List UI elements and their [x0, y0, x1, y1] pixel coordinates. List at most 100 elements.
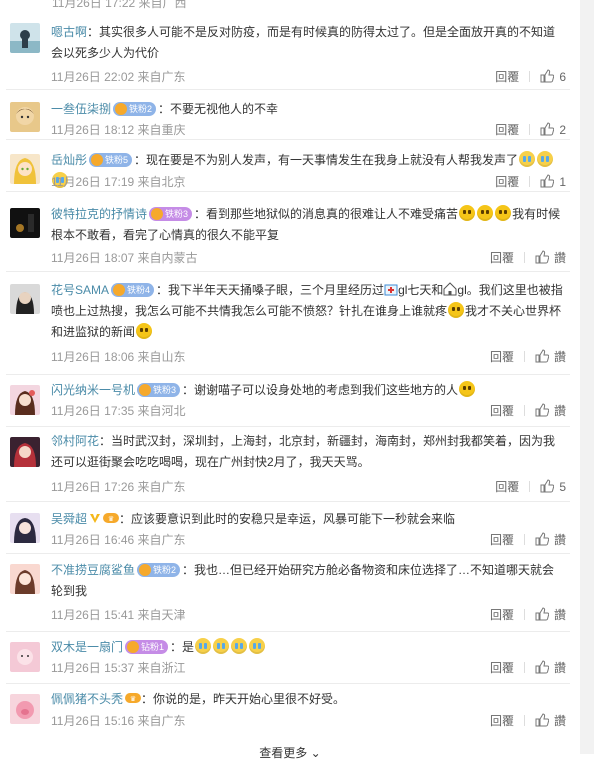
reply-button[interactable]: 回覆 — [490, 532, 514, 548]
username[interactable]: 不准捞豆腐鲨鱼 — [51, 563, 135, 577]
badge-label: 铁粉2 — [129, 104, 153, 114]
like-label: 讚 — [553, 251, 566, 265]
like-count: 2 — [559, 123, 566, 137]
badge-label: 铁粉3 — [165, 209, 189, 219]
comment-item: 花号SAMA 铁粉4 ：我下半年天天捅嗓子眼，三个月里经历过 gl七天和 gl。我们这里… — [0, 272, 580, 375]
thumbs-up-icon[interactable] — [540, 69, 555, 83]
emoji-smile-icon — [495, 205, 512, 221]
avatar[interactable] — [10, 284, 40, 314]
crown-badge-icon: ♛ — [125, 693, 142, 703]
avatar[interactable] — [10, 154, 40, 184]
badge-label: 铁粉5 — [105, 155, 129, 165]
comment-item: 双木是一扇门 钻粉1 ：是 11月26日 15:37 来自浙江 回覆 讚 — [0, 632, 580, 684]
comment-time: 11月26日 18:06 来自山东 — [51, 350, 186, 364]
username[interactable]: 嗯古啊 — [51, 25, 87, 39]
avatar[interactable] — [10, 208, 40, 238]
badge-label: 铁粉2 — [153, 565, 177, 575]
load-more-link[interactable]: 查看更多 ⌄ — [0, 744, 580, 761]
fan-badge[interactable]: 铁粉2 — [113, 102, 157, 116]
comment-text: 你说的是，昨天开始心里很不好受。 — [153, 692, 346, 706]
username[interactable]: 一叁伍柒捌 — [51, 102, 111, 116]
separator: ： — [170, 640, 183, 654]
comment-time: 11月26日 22:02 来自广东 — [51, 70, 186, 84]
thumbs-up-icon[interactable] — [540, 479, 555, 493]
avatar[interactable] — [10, 23, 40, 53]
comment-text: 应该要意识到此时的安稳只是幸运，风暴可能下一秒就会来临 — [131, 512, 456, 526]
reply-button[interactable]: 回覆 — [490, 403, 514, 419]
emoji-smile-icon — [477, 205, 494, 221]
username[interactable]: 邻村阿花 — [51, 434, 99, 448]
separator: ： — [87, 25, 100, 39]
avatar[interactable] — [10, 694, 40, 724]
avatar[interactable] — [10, 385, 40, 415]
comment-item: 不准捞豆腐鲨鱼 铁粉2 ：我也…但已经开始研究方舱必备物资和床位选择了…不知道哪天就… — [0, 554, 580, 632]
thumbs-up-icon[interactable] — [535, 349, 549, 363]
badge-label: 钻粉1 — [141, 642, 165, 652]
reply-button[interactable]: 回覆 — [495, 479, 519, 495]
thumbs-up-icon[interactable] — [535, 713, 549, 727]
reply-button[interactable]: 回覆 — [490, 660, 514, 676]
username[interactable]: 佩佩猪不头秃 — [51, 692, 123, 706]
fan-badge[interactable]: 铁粉4 — [111, 283, 155, 297]
comment-text: 谢谢喵子可以设身处地的考虑到我们这些地方的人 — [194, 383, 459, 397]
avatar[interactable] — [10, 437, 40, 467]
username[interactable]: 双木是一扇门 — [51, 640, 123, 654]
scrollbar-track[interactable] — [580, 0, 594, 754]
fan-badge[interactable]: 铁粉3 — [149, 207, 193, 221]
like-count: 5 — [559, 480, 566, 494]
reply-button[interactable]: 回覆 — [490, 713, 514, 729]
avatar[interactable] — [10, 564, 40, 594]
separator: ： — [119, 512, 132, 526]
username[interactable]: 岳灿彤 — [51, 153, 87, 167]
thumbs-up-icon[interactable] — [535, 532, 549, 546]
badge-label: 铁粉4 — [127, 285, 151, 295]
divider — [523, 405, 525, 416]
username[interactable]: 吴舜超 — [51, 512, 87, 526]
reply-button[interactable]: 回覆 — [495, 122, 519, 138]
avatar[interactable] — [10, 102, 40, 132]
reply-button[interactable]: 回覆 — [495, 69, 519, 85]
thumbs-up-icon[interactable] — [535, 660, 549, 674]
reply-button[interactable]: 回覆 — [490, 250, 514, 266]
emoji-cry-icon — [249, 638, 266, 654]
like-label: 讚 — [553, 404, 566, 418]
divider — [523, 715, 525, 726]
thumbs-up-icon[interactable] — [540, 174, 555, 188]
previous-comment-meta: 11月26日 17:22 来自广西 — [52, 0, 572, 10]
emoji-smile-icon — [459, 205, 476, 221]
comment-item: 闪光纳米一号机 铁粉3 ：谢谢喵子可以设身处地的考虑到我们这些地方的人 11月26日… — [0, 375, 580, 427]
reply-button[interactable]: 回覆 — [495, 174, 519, 190]
fan-badge[interactable]: 铁粉2 — [137, 563, 181, 577]
comment-time: 11月26日 18:07 来自内蒙古 — [51, 251, 198, 265]
avatar[interactable] — [10, 513, 40, 543]
thumbs-up-icon[interactable] — [535, 403, 549, 417]
fan-badge[interactable]: 钻粉1 — [125, 640, 169, 654]
emoji-cry-icon — [537, 151, 554, 167]
comment-item: 佩佩猪不头秃 ♛ ：你说的是，昨天开始心里很不好受。 11月26日 15:16 来自… — [0, 684, 580, 738]
username[interactable]: 花号SAMA — [51, 283, 109, 297]
separator: ： — [182, 563, 195, 577]
like-label: 讚 — [553, 608, 566, 622]
divider — [523, 351, 525, 362]
divider — [523, 662, 525, 673]
thumbs-up-icon[interactable] — [535, 250, 549, 264]
like-label: 讚 — [553, 533, 566, 547]
fan-badge[interactable]: 铁粉5 — [89, 153, 133, 167]
comment-time: 11月26日 16:46 来自广东 — [51, 533, 186, 547]
separator: ： — [99, 434, 112, 448]
username[interactable]: 彼特拉克的抒情诗 — [51, 207, 147, 221]
fan-badge[interactable]: 铁粉3 — [137, 383, 181, 397]
reply-button[interactable]: 回覆 — [490, 607, 514, 623]
thumbs-up-icon[interactable] — [540, 122, 555, 136]
divider — [529, 176, 531, 187]
reply-button[interactable]: 回覆 — [490, 349, 514, 365]
crown-badge-icon — [127, 641, 140, 653]
avatar[interactable] — [10, 642, 40, 672]
emoji-smile-icon — [459, 381, 476, 397]
comment-text: gl七天和 — [398, 283, 444, 297]
emoji-smile-icon — [136, 323, 153, 339]
svg-text:♛: ♛ — [130, 695, 136, 703]
username[interactable]: 闪光纳米一号机 — [51, 383, 135, 397]
comment-text: 不要无视他人的不幸 — [170, 102, 279, 116]
thumbs-up-icon[interactable] — [535, 607, 549, 621]
